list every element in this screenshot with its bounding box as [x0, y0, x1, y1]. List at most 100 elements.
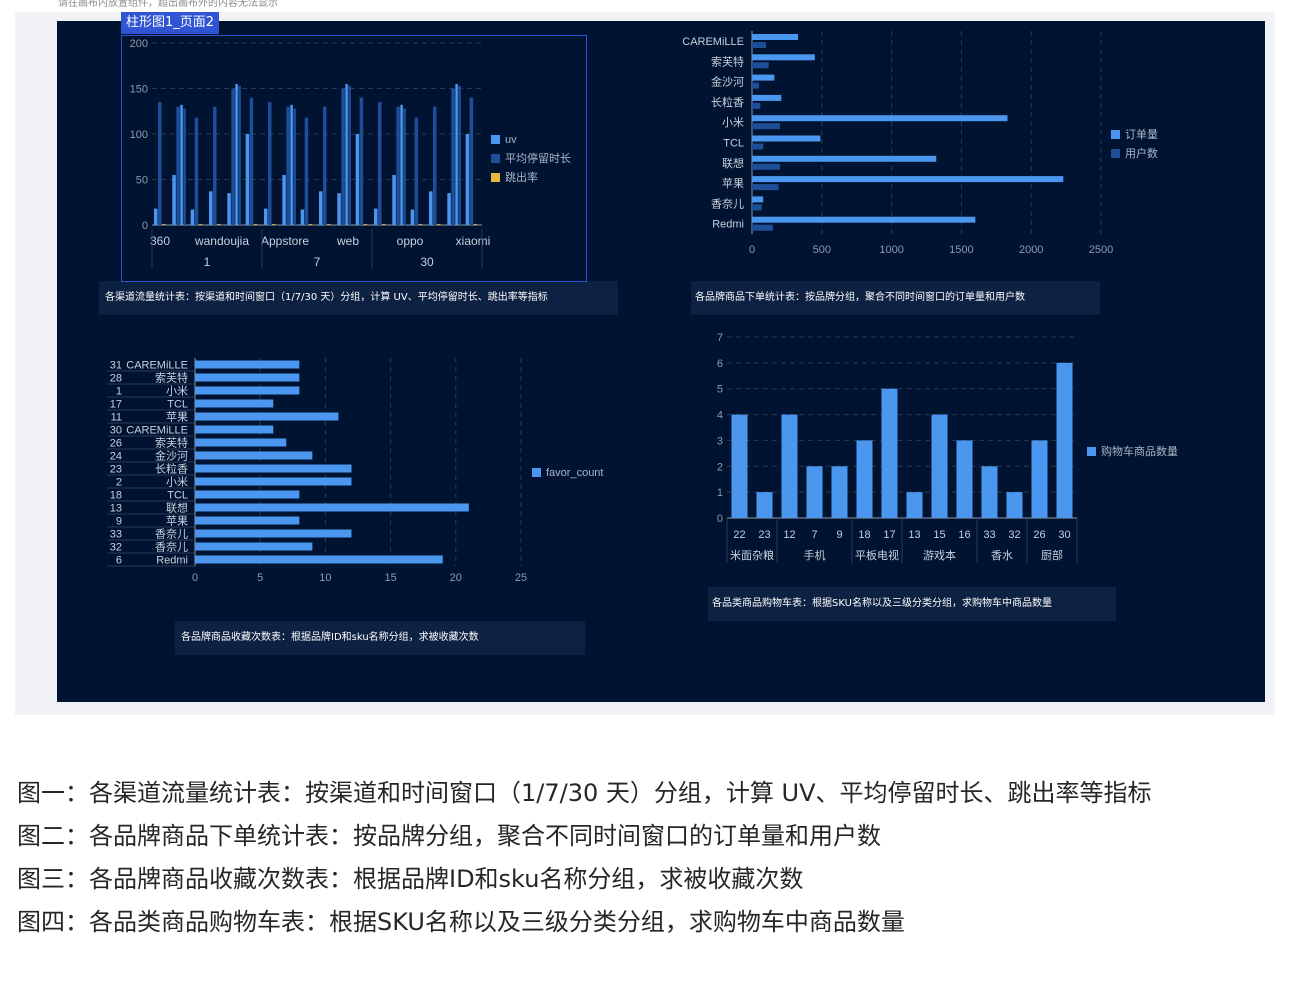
- chart2-legend-0-label: 订单量: [1125, 128, 1158, 141]
- chart1-bar-extra: [238, 85, 241, 226]
- chart2-x-tick: 1500: [949, 244, 973, 256]
- chart4-y-tick: 2: [717, 461, 723, 473]
- chart4-bar: [806, 466, 823, 518]
- chart2-legend-1-label: 用户数: [1125, 146, 1158, 160]
- chart3-y-label: TCL: [167, 399, 188, 411]
- chart1-bar-uv: [245, 134, 250, 225]
- chart2-bar-users: [752, 184, 779, 191]
- chart4-y-tick: 7: [717, 332, 723, 344]
- chart4-group-label: 香水: [991, 549, 1013, 562]
- chart3-y-id: 23: [110, 464, 122, 476]
- chart2-x-tick: 2500: [1089, 244, 1113, 256]
- chart1-bar-跳出率: [198, 224, 203, 226]
- caption-chart2[interactable]: 各品牌商品下单统计表：按品牌分组，聚合不同时间窗口的订单量和用户数: [691, 281, 1100, 315]
- chart1-bar-平均停留时长: [414, 117, 419, 225]
- chart3-y-label: 香奈儿: [155, 540, 188, 554]
- chart3-y-label: 索芙特: [155, 436, 188, 450]
- chart3-y-label: TCL: [167, 490, 188, 502]
- chart3-bar: [195, 516, 300, 525]
- chart3-bar: [195, 451, 313, 460]
- chart3-y-label: 联想: [166, 501, 188, 515]
- chart1-bar-extra: [455, 83, 458, 225]
- chart3-bar: [195, 464, 352, 473]
- chart4-group-label: 游戏本: [923, 548, 956, 562]
- chart2-bar-users: [752, 224, 773, 231]
- chart3-y-label: 苹果: [166, 410, 188, 424]
- chart1-y-tick: 200: [130, 38, 148, 50]
- chart2-x-tick: 2000: [1019, 244, 1043, 256]
- chart3-y-id: 13: [110, 503, 122, 515]
- selected-component-label[interactable]: 柱形图1_页面2: [121, 12, 220, 34]
- chart1-x-label: oppo: [397, 234, 424, 248]
- chart2-bar-users: [752, 42, 766, 48]
- chart1-bar-平均停留时长: [378, 102, 382, 225]
- chart1-bar-extra: [290, 104, 293, 225]
- chart4-y-tick: 6: [717, 358, 723, 370]
- chart2-bar-orders: [752, 74, 775, 81]
- chart2-bar-orders: [752, 196, 764, 203]
- chart3-y-label: 索芙特: [155, 371, 188, 385]
- chart1-bar-跳出率: [308, 224, 313, 226]
- chart1-group-label: 30: [420, 255, 434, 269]
- chart3-y-label: 金沙河: [155, 449, 188, 463]
- chart1-x-label: 360: [150, 234, 170, 248]
- chart4-bar: [1006, 492, 1023, 518]
- chart1-bar-extra: [348, 85, 351, 226]
- chart2-bar-users: [752, 163, 780, 170]
- chart1-legend-0-label: uv: [505, 134, 517, 146]
- chart2-bar-orders: [752, 216, 976, 223]
- dashboard-canvas[interactable]: 0 50 100 150 200 360 wandoujia Appstore web oppo x…: [57, 21, 1265, 702]
- chart1-bar-平均停留时长: [286, 106, 290, 225]
- chart1-bar-uv: [465, 134, 470, 225]
- chart3-y-id: 1: [116, 386, 122, 398]
- chart2-bar-users: [752, 82, 759, 89]
- chart1-legend-2-swatch: [491, 173, 500, 182]
- chart2-y-label: 索芙特: [711, 54, 744, 68]
- chart3-y-label: CAREMiLLE: [126, 360, 188, 372]
- chart3-y-label: 香奈儿: [155, 527, 188, 541]
- chart1-bar-平均停留时长: [323, 106, 327, 225]
- chart4-x-label: 12: [783, 529, 795, 541]
- chart4-y-tick: 5: [717, 384, 723, 396]
- chart4-group-label: 手机: [804, 548, 826, 562]
- chart1-bar-extra: [458, 85, 461, 226]
- chart1-bar-平均停留时长: [451, 88, 455, 225]
- chart4-bar: [756, 492, 773, 518]
- chart1-bar-跳出率: [473, 224, 478, 226]
- chart4-bar: [731, 414, 748, 518]
- chart1-bar-平均停留时长: [341, 88, 345, 225]
- chart1-y-tick: 100: [130, 129, 148, 141]
- chart2-y-label: 长粒香: [711, 95, 744, 109]
- caption-chart3[interactable]: 各品牌商品收藏次数表：根据品牌ID和sku名称分组，求被收藏次数: [175, 621, 585, 655]
- chart1-bar-extra: [180, 104, 183, 225]
- chart2-y-label: 小米: [722, 116, 744, 129]
- chart3-y-id: 32: [110, 542, 122, 554]
- chart4-x-label: 16: [958, 529, 970, 541]
- chart4-legend-swatch: [1087, 447, 1096, 456]
- chart1-y-tick: 50: [136, 175, 148, 187]
- chart4-y-tick: 1: [717, 487, 723, 499]
- chart1-bar-uv: [429, 191, 433, 225]
- chart1-bar-平均停留时长: [194, 117, 199, 225]
- caption-chart1[interactable]: 各渠道流量统计表：按渠道和时间窗口（1/7/30 天）分组，计算 UV、平均停留…: [99, 281, 618, 315]
- chart4-group-label: 厨部: [1041, 548, 1063, 562]
- chart1-legend-2-label: 跳出率: [505, 170, 538, 184]
- chart3-legend-label: favor_count: [546, 467, 603, 479]
- chart4-x-label: 22: [733, 529, 745, 541]
- chart1-bar-uv: [355, 134, 360, 225]
- chart1-bar-跳出率: [382, 224, 386, 226]
- chart4-x-label: 23: [758, 529, 770, 541]
- chart2-bar-orders: [752, 34, 799, 40]
- chart4-y-tick: 3: [717, 435, 723, 447]
- chart3-bar: [195, 529, 352, 538]
- chart2-x-tick: 0: [749, 244, 755, 256]
- caption-chart4[interactable]: 各品类商品购物车表：根据SKU名称以及三级分类分组，求购物车中商品数量: [708, 587, 1116, 621]
- chart2-y-label: CAREMiLLE: [682, 36, 744, 48]
- chart3-bar: [195, 503, 469, 512]
- chart1-bar-extra: [183, 108, 186, 225]
- chart2-x-tick: 500: [813, 244, 831, 256]
- chart3-y-label: 长粒香: [155, 462, 188, 476]
- chart2-y-label: TCL: [723, 138, 744, 150]
- chart2-bar-orders: [752, 155, 937, 162]
- chart4-group-label: 平板电视: [855, 548, 899, 562]
